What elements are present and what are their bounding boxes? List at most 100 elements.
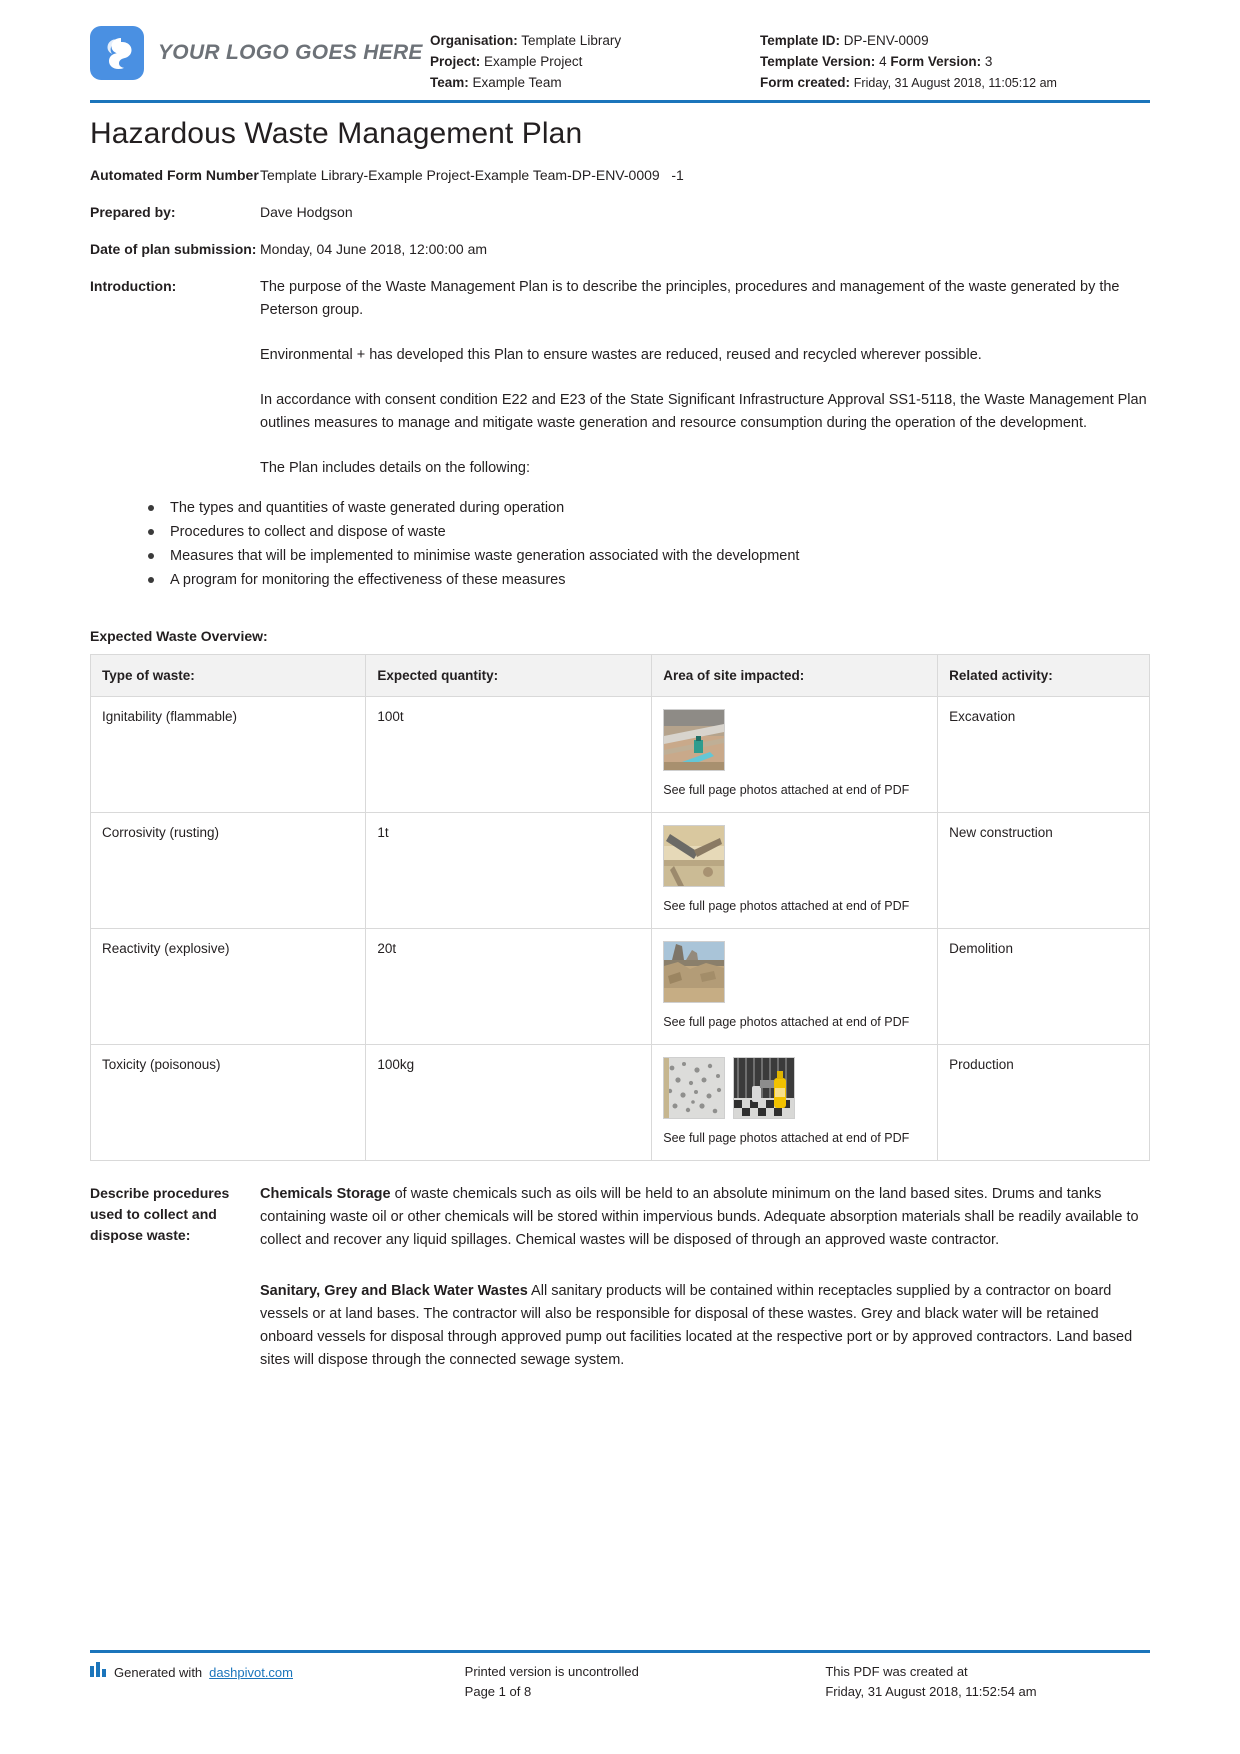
generated-with-text: Generated with — [114, 1664, 203, 1680]
form-created-value: Friday, 31 August 2018, 11:05:12 am — [853, 76, 1057, 90]
photo-thumbnails — [663, 709, 926, 771]
template-version-value: 4 — [879, 54, 887, 69]
team-label: Team: — [430, 75, 469, 90]
procedure-lead-water-wastes: Sanitary, Grey and Black Water Wastes — [260, 1283, 528, 1299]
table-row: Ignitability (flammable) 100t See full p… — [89, 696, 1150, 813]
table-header-row: Type of waste: Expected quantity: Area o… — [89, 654, 1150, 697]
template-id-value: DP-ENV-0009 — [843, 33, 929, 48]
date-of-plan-label: Date of plan submission: — [90, 241, 257, 257]
procedure-paragraph-chemicals-storage: Chemicals Storage of waste chemicals suc… — [260, 1183, 1150, 1252]
form-created-line: Form created: Friday, 31 August 2018, 11… — [760, 72, 1150, 94]
intro-paragraph-2: Environmental + has developed this Plan … — [260, 347, 982, 363]
cell-expected-quantity: 100kg — [365, 1044, 653, 1161]
cell-related-activity: Production — [937, 1044, 1150, 1161]
team-value: Example Team — [472, 75, 562, 90]
intro-paragraph-1: The purpose of the Waste Management Plan… — [260, 279, 1120, 318]
cell-related-activity: Demolition — [937, 928, 1150, 1045]
document-footer: Generated with dashpivot.com Printed ver… — [90, 1650, 1150, 1702]
list-item: Procedures to collect and dispose of was… — [148, 520, 1150, 544]
cell-related-activity: New construction — [937, 812, 1150, 929]
logo-block: YOUR LOGO GOES HERE — [90, 22, 430, 80]
cell-type-of-waste: Reactivity (explosive) — [89, 928, 367, 1045]
photo-note: See full page photos attached at end of … — [663, 1131, 910, 1145]
logo-text: YOUR LOGO GOES HERE — [158, 41, 423, 64]
introduction-body: The purpose of the Waste Management Plan… — [260, 276, 1150, 480]
photo-thumbnails — [663, 825, 926, 887]
company-logo-icon — [90, 26, 144, 80]
project-line: Project: Example Project — [430, 51, 760, 72]
procedure-text-chemicals-storage: of waste chemicals such as oils will be … — [260, 1186, 1139, 1248]
cell-expected-quantity: 100t — [365, 696, 653, 813]
demolition-rubble-photo[interactable] — [663, 941, 726, 1003]
organisation-value: Template Library — [521, 33, 622, 48]
cell-area-of-site-impacted: See full page photos attached at end of … — [651, 1044, 939, 1161]
procedures-section: Describe procedures used to collect and … — [90, 1183, 1150, 1372]
automated-form-number-label: Automated Form Number — [90, 167, 259, 183]
field-automated-form-number: Automated Form Number Template Library-E… — [90, 165, 1150, 186]
procedure-paragraph-water-wastes: Sanitary, Grey and Black Water Wastes Al… — [260, 1280, 1150, 1372]
expected-waste-overview-heading: Expected Waste Overview: — [90, 628, 268, 644]
procedure-lead-chemicals-storage: Chemicals Storage — [260, 1186, 391, 1202]
footer-generated-by: Generated with dashpivot.com — [90, 1662, 415, 1702]
prepared-by-label: Prepared by: — [90, 204, 176, 220]
dashpivot-link[interactable]: dashpivot.com — [209, 1663, 293, 1683]
procedures-label: Describe procedures used to collect and … — [90, 1185, 230, 1243]
chemical-bottle-photo[interactable] — [733, 1057, 796, 1119]
list-item: Measures that will be implemented to min… — [148, 544, 1150, 568]
table-row: Toxicity (poisonous) 100kg See full page… — [89, 1044, 1150, 1161]
form-version-label: Form Version: — [890, 54, 982, 69]
expected-waste-table: Type of waste: Expected quantity: Area o… — [89, 654, 1150, 1161]
template-version-line: Template Version: 4 Form Version: 3 — [760, 51, 1150, 72]
document-page: YOUR LOGO GOES HERE Organisation: Templa… — [0, 0, 1240, 1754]
column-header-type-of-waste: Type of waste: — [89, 654, 367, 697]
cell-area-of-site-impacted: See full page photos attached at end of … — [651, 696, 939, 813]
field-prepared-by: Prepared by: Dave Hodgson — [90, 202, 1150, 223]
template-version-label: Template Version: — [760, 54, 876, 69]
gravel-pile-photo[interactable] — [663, 1057, 726, 1119]
intro-paragraph-4: The Plan includes details on the followi… — [260, 460, 531, 476]
excavation-site-photo[interactable] — [663, 709, 726, 771]
field-introduction: Introduction: The purpose of the Waste M… — [90, 276, 1150, 480]
intro-paragraph-3: In accordance with consent condition E22… — [260, 392, 1147, 431]
header-meta-left: Organisation: Template Library Project: … — [430, 22, 760, 93]
list-item: The types and quantities of waste genera… — [148, 496, 1150, 520]
form-created-label: Form created: — [760, 75, 851, 90]
cell-expected-quantity: 20t — [365, 928, 653, 1045]
photo-note: See full page photos attached at end of … — [663, 899, 910, 913]
dashpivot-logo-icon — [90, 1662, 107, 1683]
prepared-by-value: Dave Hodgson — [260, 204, 353, 220]
page-title: Hazardous Waste Management Plan — [90, 117, 583, 150]
template-id-label: Template ID: — [760, 33, 841, 48]
form-version-value: 3 — [984, 54, 993, 69]
photo-thumbnails — [663, 941, 926, 1003]
rusted-steel-beam-photo[interactable] — [663, 825, 726, 887]
table-row: Reactivity (explosive) 20t See full page… — [89, 928, 1150, 1045]
column-header-area-of-site-impacted: Area of site impacted: — [651, 654, 939, 697]
uncontrolled-text: Printed version is uncontrolled — [464, 1664, 639, 1679]
date-of-plan-value: Monday, 04 June 2018, 12:00:00 am — [260, 241, 488, 257]
page-number: Page 1 of 8 — [464, 1684, 532, 1699]
pdf-created-label: This PDF was created at — [825, 1664, 968, 1679]
cell-expected-quantity: 1t — [365, 812, 653, 929]
pdf-created-timestamp: Friday, 31 August 2018, 11:52:54 am — [825, 1684, 1037, 1699]
list-item: A program for monitoring the effectivene… — [148, 568, 1150, 592]
cell-related-activity: Excavation — [937, 696, 1150, 813]
column-header-expected-quantity: Expected quantity: — [365, 654, 653, 697]
footer-created-at: This PDF was created at Friday, 31 Augus… — [789, 1662, 1150, 1702]
cell-type-of-waste: Ignitability (flammable) — [89, 696, 367, 813]
photo-note: See full page photos attached at end of … — [663, 783, 910, 797]
table-row: Corrosivity (rusting) 1t See full page p… — [89, 812, 1150, 929]
organisation-label: Organisation: — [430, 33, 518, 48]
project-label: Project: — [430, 54, 481, 69]
organisation-line: Organisation: Template Library — [430, 30, 760, 51]
cell-area-of-site-impacted: See full page photos attached at end of … — [651, 928, 939, 1045]
plan-bullet-list: The types and quantities of waste genera… — [90, 496, 1150, 592]
automated-form-number-value: Template Library-Example Project-Example… — [260, 167, 684, 183]
project-value: Example Project — [484, 54, 583, 69]
template-id-line: Template ID: DP-ENV-0009 — [760, 30, 1150, 51]
cell-area-of-site-impacted: See full page photos attached at end of … — [651, 812, 939, 929]
footer-divider — [90, 1650, 1150, 1653]
header-divider — [90, 100, 1150, 103]
cell-type-of-waste: Toxicity (poisonous) — [89, 1044, 367, 1161]
field-date-of-plan-submission: Date of plan submission: Monday, 04 June… — [90, 239, 1150, 260]
